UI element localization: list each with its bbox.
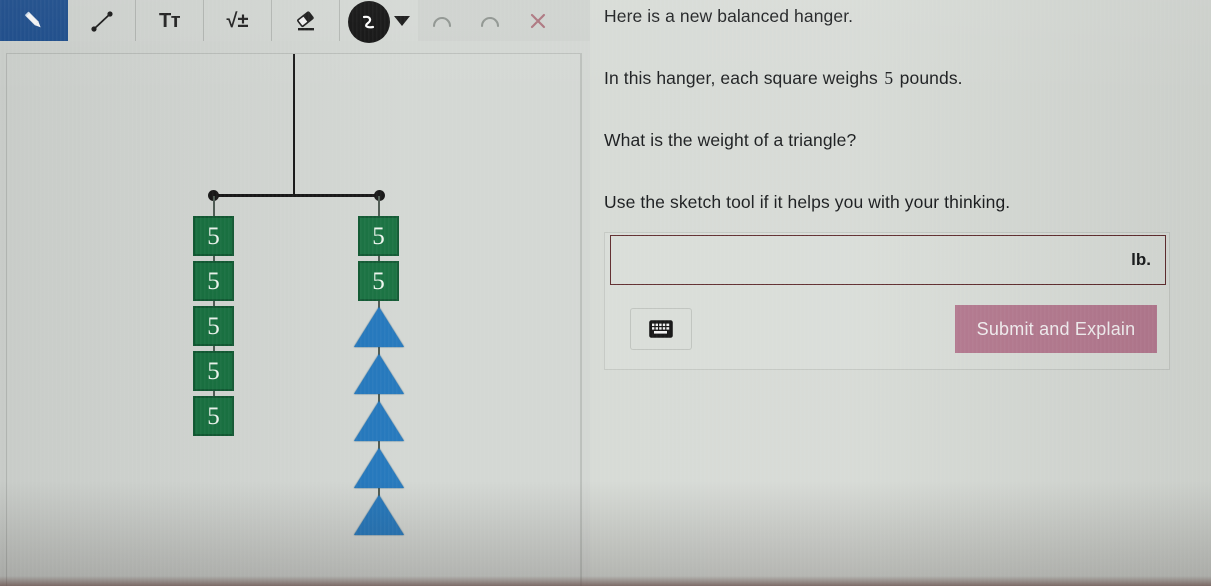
line-tool-button[interactable]	[68, 0, 136, 41]
right-triangle-1	[354, 307, 404, 347]
question-line-2-text-b: pounds.	[899, 68, 963, 88]
right-square-1: 5	[358, 216, 399, 256]
left-square-3: 5	[193, 306, 234, 346]
right-triangle-2	[354, 354, 404, 394]
redo-icon	[480, 16, 500, 27]
undo-button[interactable]	[418, 0, 466, 41]
eraser-icon	[296, 10, 314, 30]
answer-input-row[interactable]: lb.	[610, 235, 1166, 285]
math-tool-button[interactable]: √±	[204, 0, 272, 41]
canvas-right-divider	[581, 53, 582, 586]
left-square-2: 5	[193, 261, 234, 301]
math-tool-label: √±	[226, 9, 249, 32]
right-triangle-4	[354, 448, 404, 488]
question-line-1: Here is a new balanced hanger.	[604, 6, 854, 26]
square-label: 5	[207, 267, 220, 295]
text-tool-label: Tт	[158, 9, 181, 32]
stroke-color-control[interactable]	[340, 0, 418, 43]
square-label: 5	[207, 402, 220, 430]
question-line-2-text-a: In this hanger, each square weighs	[604, 68, 878, 88]
question-pane: Here is a new balanced hanger. In this h…	[590, 0, 1211, 586]
sketch-toolbar: Tт √±	[0, 0, 590, 43]
question-line-3: What is the weight of a triangle?	[604, 130, 857, 150]
line-segment-icon	[90, 10, 113, 32]
math-keyboard-button[interactable]	[630, 308, 692, 350]
sketch-pane: Tт √± 5 5 5 5 5 5 5	[0, 0, 590, 586]
undo-icon	[432, 16, 452, 27]
right-triangle-3	[354, 401, 404, 441]
question-line-2: In this hanger, each square weighs 5 pou…	[604, 68, 963, 89]
right-triangle-5	[354, 495, 404, 535]
left-square-1: 5	[193, 216, 234, 256]
pencil-icon	[24, 11, 41, 27]
answer-input[interactable]	[611, 236, 1132, 284]
clear-button[interactable]	[514, 0, 562, 41]
square-label: 5	[372, 267, 385, 295]
hanger-right-arm: 5 5	[354, 196, 444, 586]
sketch-canvas[interactable]: 5 5 5 5 5 5 5	[6, 53, 581, 586]
hanger-left-arm: 5 5 5 5 5	[193, 196, 273, 576]
pencil-tool-button[interactable]	[0, 0, 68, 41]
question-line-4: Use the sketch tool if it helps you with…	[604, 192, 1011, 212]
hanger-hook-line	[293, 54, 295, 197]
eraser-tool-button[interactable]	[272, 0, 340, 41]
keyboard-icon	[649, 320, 673, 338]
square-weight-value: 5	[879, 68, 898, 88]
square-label: 5	[207, 222, 220, 250]
right-square-2: 5	[358, 261, 399, 301]
square-label: 5	[207, 357, 220, 385]
redo-button[interactable]	[466, 0, 514, 41]
submit-and-explain-button[interactable]: Submit and Explain	[955, 305, 1157, 353]
unit-label: lb.	[1131, 250, 1151, 269]
app-screen: Tт √± 5 5 5 5 5 5 5 Here is a new balanc…	[0, 0, 1211, 586]
square-label: 5	[372, 222, 385, 250]
close-icon	[530, 13, 546, 28]
square-label: 5	[207, 312, 220, 340]
text-tool-button[interactable]: Tт	[136, 0, 204, 41]
stroke-color-swatch[interactable]	[348, 0, 390, 43]
left-square-5: 5	[193, 396, 234, 436]
answer-card: lb. Submit and Explain	[604, 232, 1170, 370]
chevron-down-icon[interactable]	[394, 15, 410, 26]
left-square-4: 5	[193, 351, 234, 391]
squiggle-icon	[362, 15, 375, 28]
